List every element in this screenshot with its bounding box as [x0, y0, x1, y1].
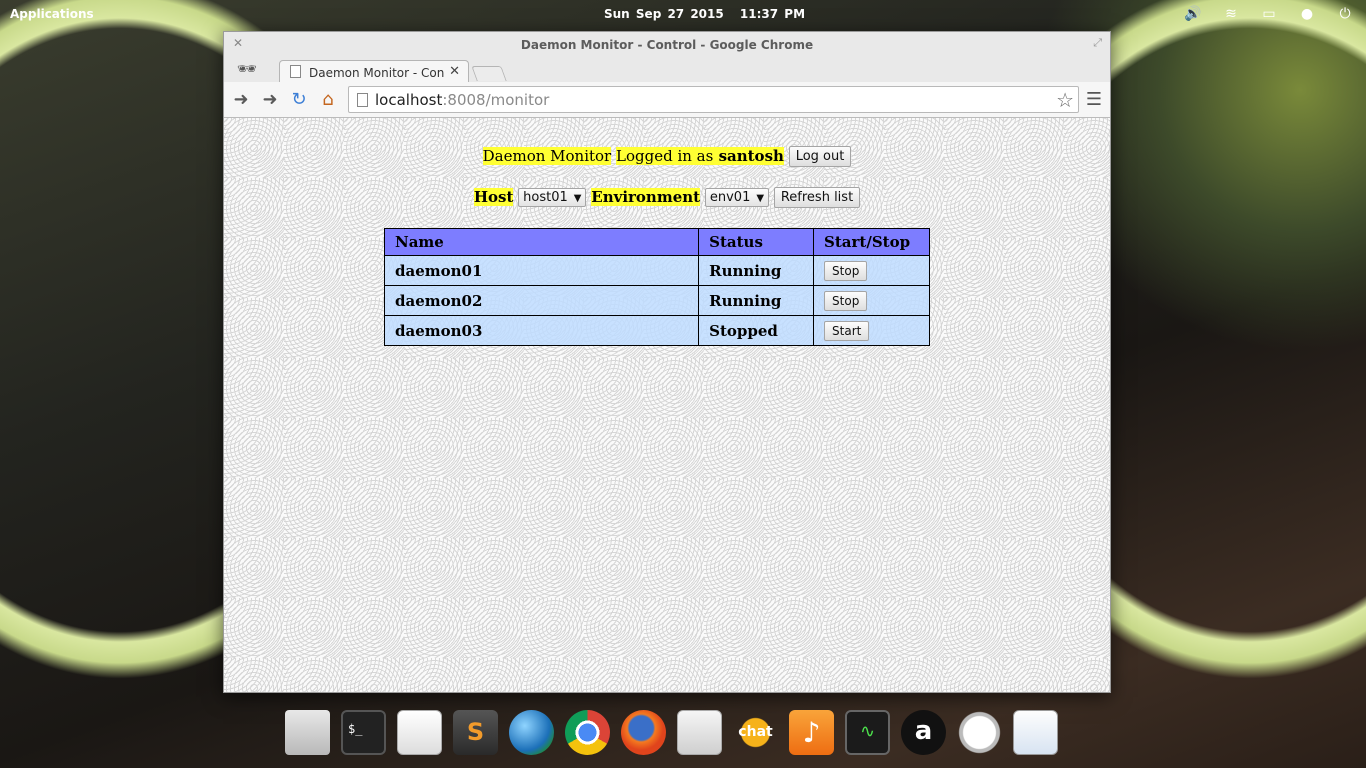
app-title: Daemon Monitor [482, 146, 612, 165]
daemon-table: Name Status Start/Stop daemon01 Running … [383, 228, 930, 346]
clock-check-icon[interactable] [957, 710, 1002, 755]
daemon-status: Running [698, 255, 815, 286]
xchat-icon[interactable]: chat [733, 710, 778, 755]
browser-globe-icon[interactable] [509, 710, 554, 755]
tab-close-icon[interactable]: ✕ [449, 64, 460, 79]
start-button[interactable]: Start [824, 320, 870, 341]
chrome-icon[interactable] [565, 710, 610, 755]
table-row: daemon02 Running Stop [383, 285, 930, 316]
page-content: Daemon Monitor Logged in as santosh Log … [224, 118, 1110, 692]
chrome-menu-icon[interactable]: ☰ [1086, 90, 1102, 110]
clock-date: Sun Sep 27 2015 [604, 7, 724, 21]
filter-line: Host host01 ▼ Environment env01 ▼ Refresh … [224, 187, 1110, 208]
column-header-name: Name [383, 228, 700, 256]
notification-bell-icon[interactable]: ● [1298, 5, 1316, 23]
url-text[interactable]: localhost:8008/monitor [375, 91, 549, 109]
wifi-icon[interactable]: ≋ [1222, 5, 1240, 23]
daemon-name: daemon02 [383, 285, 700, 316]
tab-title: Daemon Monitor - Control [309, 66, 444, 80]
window-maximize-icon[interactable]: ⤢ [1093, 36, 1102, 50]
music-icon[interactable]: ♪ [789, 710, 834, 755]
tab-strip: 🕶 Daemon Monitor - Control ✕ [224, 58, 1110, 83]
url-path: :8008/monitor [442, 91, 550, 109]
host-select[interactable]: host01 ▼ [518, 188, 587, 207]
host-select-value: host01 [523, 190, 568, 205]
top-panel: Applications Sun Sep 27 2015 11:37 PM 🔊 … [0, 0, 1366, 28]
logout-button[interactable]: Log out [788, 146, 852, 167]
action-cell: Stop [813, 285, 930, 316]
applications-menu[interactable]: Applications [10, 7, 94, 21]
window-titlebar[interactable]: ✕ Daemon Monitor - Control - Google Chro… [224, 32, 1110, 58]
window-title: Daemon Monitor - Control - Google Chrome [520, 38, 814, 52]
table-row: daemon01 Running Stop [383, 255, 930, 286]
page-icon [290, 65, 301, 78]
system-tray: 🔊 ≋ ▭ ● ⏻ [1184, 5, 1354, 23]
forward-arrow-icon[interactable]: ➜ [259, 89, 281, 111]
address-bar[interactable]: localhost:8008/monitor ☆ [348, 86, 1079, 113]
daemon-status: Stopped [698, 315, 815, 346]
username-text: santosh [718, 146, 784, 165]
logged-in-label: Logged in as [616, 146, 714, 165]
host-label: Host [473, 187, 514, 206]
username: santosh [713, 146, 784, 165]
presentation-icon[interactable] [1013, 710, 1058, 755]
home-icon[interactable]: ⌂ [317, 89, 339, 111]
clock[interactable]: Sun Sep 27 2015 11:37 PM [604, 7, 815, 21]
back-arrow-icon[interactable]: ➜ [230, 89, 252, 111]
action-cell: Start [813, 315, 930, 346]
stop-button[interactable]: Stop [824, 260, 868, 281]
browser-tab[interactable]: Daemon Monitor - Control ✕ [279, 60, 469, 83]
power-icon[interactable]: ⏻ [1336, 5, 1354, 23]
column-header-start-stop: Start/Stop [813, 228, 930, 256]
firefox-icon[interactable] [621, 710, 666, 755]
amazon-icon[interactable]: a [901, 710, 946, 755]
table-header-row: Name Status Start/Stop [383, 228, 930, 256]
refresh-list-button[interactable]: Refresh list [773, 187, 861, 208]
browser-toolbar: ➜ ➜ ↻ ⌂ localhost:8008/monitor ☆ ☰ [224, 82, 1110, 118]
table-row: daemon03 Stopped Start [383, 315, 930, 346]
battery-icon[interactable]: ▭ [1260, 5, 1278, 23]
header-line: Daemon Monitor Logged in as santosh Log … [224, 146, 1110, 167]
daemon-status: Running [698, 285, 815, 316]
page-icon [357, 93, 368, 107]
daemon-name: daemon01 [383, 255, 700, 286]
environment-select-value: env01 [709, 190, 751, 205]
sublime-text-icon[interactable]: S [453, 710, 498, 755]
new-tab-button[interactable] [471, 66, 507, 81]
clock-time: 11:37 PM [739, 7, 806, 21]
column-header-status: Status [698, 228, 815, 256]
environment-label: Environment [591, 187, 701, 206]
chrome-window: ✕ Daemon Monitor - Control - Google Chro… [223, 31, 1111, 693]
dock: $_ S chat ♪ ∿ a [285, 710, 1058, 762]
terminal-icon[interactable]: $_ [341, 710, 386, 755]
volume-icon[interactable]: 🔊 [1184, 5, 1202, 23]
action-cell: Stop [813, 255, 930, 286]
stop-button[interactable]: Stop [824, 290, 868, 311]
daemon-name: daemon03 [383, 315, 700, 346]
dropdown-arrow-icon: ▼ [756, 193, 765, 204]
dropdown-arrow-icon: ▼ [573, 193, 582, 204]
bookmark-star-icon[interactable]: ☆ [1056, 88, 1074, 112]
environment-select[interactable]: env01 ▼ [704, 188, 770, 207]
files-icon[interactable] [285, 710, 330, 755]
system-monitor-icon[interactable]: ∿ [845, 710, 890, 755]
url-host: localhost [375, 91, 443, 109]
incognito-icon: 🕶 [236, 59, 258, 78]
settings-switch-icon[interactable] [677, 710, 722, 755]
reload-icon[interactable]: ↻ [288, 89, 310, 111]
text-editor-icon[interactable] [397, 710, 442, 755]
